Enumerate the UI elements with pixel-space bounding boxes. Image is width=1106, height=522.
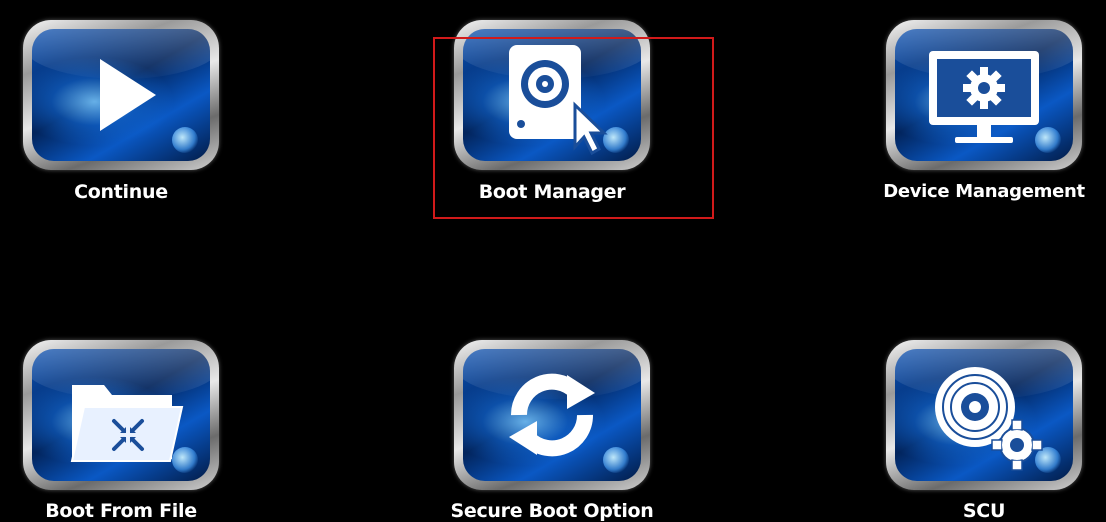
tile-frame xyxy=(886,20,1082,170)
tile-frame xyxy=(454,340,650,490)
menu-item-label: Device Management xyxy=(883,181,1085,202)
tile-frame xyxy=(886,340,1082,490)
menu-item-device-management[interactable]: Device Management xyxy=(864,0,1104,220)
tile-frame xyxy=(23,340,219,490)
menu-item-label: Boot Manager xyxy=(478,181,626,203)
menu-item-boot-from-file[interactable]: Boot From File xyxy=(1,320,241,522)
menu-item-label: Boot From File xyxy=(45,500,197,522)
menu-item-scu[interactable]: SCU xyxy=(864,320,1104,522)
play-icon xyxy=(100,59,156,131)
menu-item-continue[interactable]: Continue xyxy=(1,0,241,220)
refresh-icon xyxy=(509,373,595,457)
tile-frame xyxy=(23,20,219,170)
menu-item-label: Secure Boot Option xyxy=(450,500,654,522)
menu-item-boot-manager[interactable]: Boot Manager xyxy=(432,0,672,220)
menu-item-label: SCU xyxy=(962,500,1006,522)
disc-gear-icon xyxy=(935,367,1043,471)
folder-icon xyxy=(70,385,184,462)
menu-item-secure-boot-option[interactable]: Secure Boot Option xyxy=(432,320,672,522)
boot-disk-icon xyxy=(509,45,608,156)
menu-item-label: Continue xyxy=(74,181,168,203)
tile-frame xyxy=(454,20,650,170)
monitor-gear-icon xyxy=(929,51,1039,143)
bios-main-menu: Continue Boot Manager Device Management … xyxy=(0,0,1106,522)
